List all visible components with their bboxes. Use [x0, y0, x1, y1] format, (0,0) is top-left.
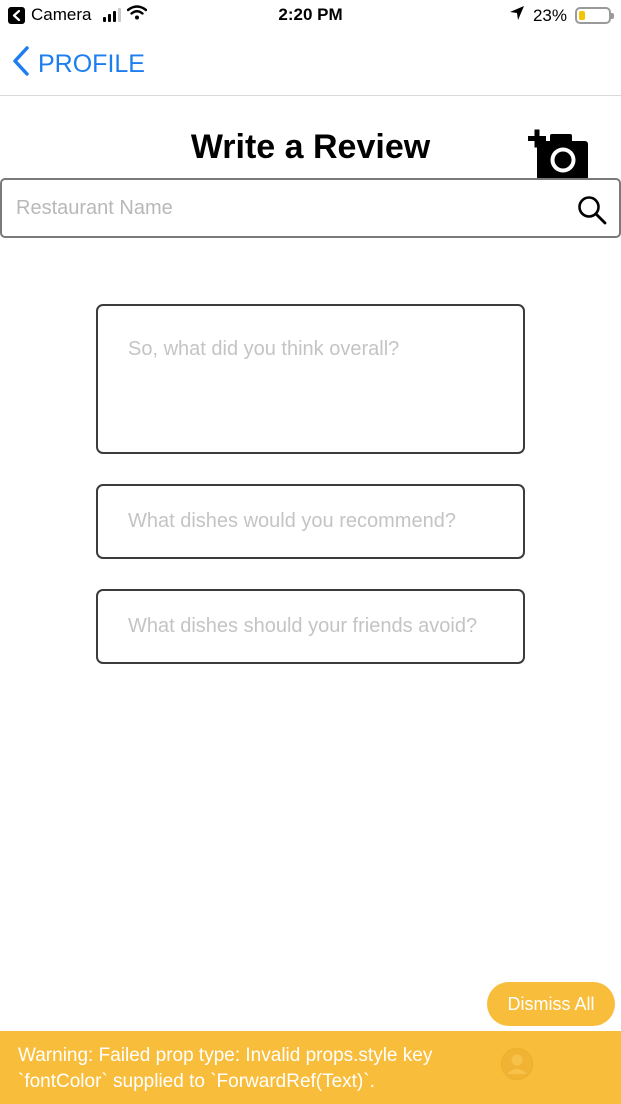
- battery-icon: [575, 7, 614, 24]
- avoid-dishes-field: [96, 589, 525, 664]
- search-icon[interactable]: [576, 194, 608, 226]
- screen: Camera 2:20 PM 23% PROFILE Write a Revie…: [0, 0, 621, 1104]
- user-avatar-icon: [500, 1047, 534, 1081]
- overall-review-field: [96, 304, 525, 454]
- overall-review-input[interactable]: [98, 306, 523, 452]
- warning-banner[interactable]: Warning: Failed prop type: Invalid props…: [0, 1031, 621, 1104]
- navigation-bar: PROFILE: [0, 34, 621, 96]
- recommended-dishes-field: [96, 484, 525, 559]
- restaurant-name-input[interactable]: [16, 188, 566, 228]
- status-right: 23%: [509, 5, 614, 26]
- restaurant-search: [0, 178, 621, 238]
- recommended-dishes-input[interactable]: [98, 486, 523, 557]
- add-photo-button[interactable]: [528, 128, 590, 182]
- battery-percent: 23%: [532, 5, 567, 25]
- dismiss-all-button[interactable]: Dismiss All: [487, 982, 615, 1026]
- chevron-left-icon: [12, 46, 30, 83]
- avoid-dishes-input[interactable]: [98, 591, 523, 662]
- location-arrow-icon: [509, 5, 525, 26]
- warning-message: Warning: Failed prop type: Invalid props…: [18, 1045, 433, 1092]
- status-bar: Camera 2:20 PM 23%: [0, 0, 621, 34]
- add-photo-camera-icon: [528, 129, 588, 180]
- back-button-label: PROFILE: [38, 50, 145, 78]
- back-button[interactable]: PROFILE: [12, 46, 145, 83]
